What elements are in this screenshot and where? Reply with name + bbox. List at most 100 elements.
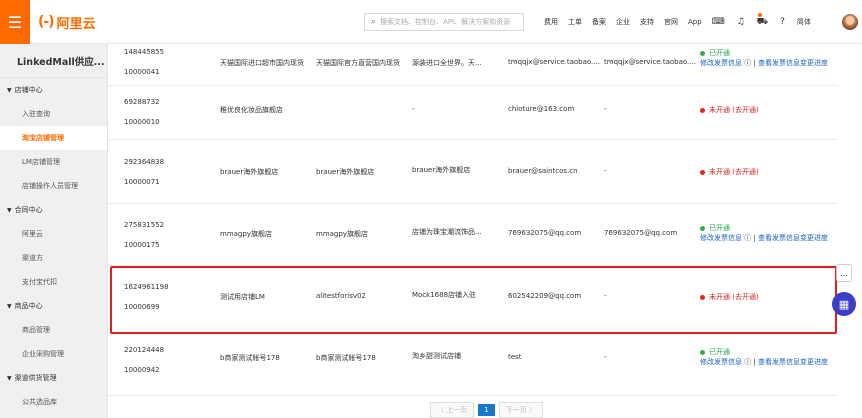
sidebar-item-goods-manage[interactable]: 商品管理: [0, 318, 107, 342]
help-icon[interactable]: ⓘ: [744, 234, 751, 242]
aliyun-logo[interactable]: (-) 阿里云: [38, 12, 96, 32]
store-name: 稚优良化妆品旗舰店: [220, 106, 283, 114]
lang-switch[interactable]: 简体: [797, 17, 811, 27]
sidebar-item-taobao-store[interactable]: 淘宝店铺管理: [0, 126, 107, 150]
store-email: test: [508, 353, 522, 361]
search-icon: ⌕: [371, 17, 377, 27]
invoice-email: -: [604, 167, 607, 175]
store-alias: mmagpy旗舰店: [316, 230, 368, 238]
sidebar: LinkedMall供应... ▼ 店铺中心 入驻查询 淘宝店铺管理 LM店铺管理…: [0, 44, 108, 418]
status-text: 未开通: [709, 168, 730, 176]
status-badge: 未开通 (去开通): [700, 105, 759, 115]
invoice-email: -: [604, 353, 607, 361]
caret-down-icon: ▼: [7, 302, 12, 310]
store-code: 10000041: [124, 68, 160, 76]
status-dot: [700, 169, 705, 175]
nav-filing[interactable]: 备案: [592, 17, 606, 27]
view-invoice-progress-link[interactable]: 查看发票信息变更进度: [758, 358, 828, 366]
go-open-link[interactable]: (去开通): [732, 106, 758, 114]
sidebar-item-public-library[interactable]: 公共选品库: [0, 390, 107, 414]
edit-invoice-link[interactable]: 修改发票信息: [700, 234, 742, 242]
store-id: 148445855: [124, 48, 165, 56]
store-email: tmqqjx@service.taobao.com: [508, 58, 602, 66]
store-table: 148445855 10000041 天猫国际进口超市国内现货 天猫国际官方直营…: [108, 44, 862, 418]
store-id: 69288732: [124, 98, 160, 106]
sidebar-group-goods[interactable]: ▼ 商品中心: [0, 294, 107, 318]
store-desc: -: [412, 105, 415, 113]
sidebar-group-label: 渠道供货管理: [14, 374, 57, 382]
sidebar-group-contract[interactable]: ▼ 合同中心: [0, 198, 107, 222]
prev-label: 上一页: [446, 406, 468, 414]
nav-ticket[interactable]: 工单: [568, 17, 582, 27]
store-email: 769632075@qq.com: [508, 229, 582, 237]
invoice-email: tmqqjx@service.taobao.com: [604, 58, 698, 66]
edit-invoice-link[interactable]: 修改发票信息: [700, 358, 742, 366]
sidebar-group-label: 店铺中心: [14, 86, 43, 94]
status-dot: [700, 107, 705, 113]
chat-icon[interactable]: …: [836, 264, 852, 282]
sidebar-item-entry-query[interactable]: 入驻查询: [0, 102, 107, 126]
invoice-links: 修改发票信息 ⓘ | 查看发票信息变更进度: [700, 234, 829, 242]
store-name: mmagpy旗舰店: [220, 230, 272, 238]
nav-fee[interactable]: 费用: [544, 17, 558, 27]
store-name: brauer海外旗舰店: [220, 168, 279, 176]
status-text: 已开通: [709, 348, 730, 356]
go-open-link[interactable]: (去开通): [732, 168, 758, 176]
status-text: 已开通: [709, 224, 730, 232]
store-email: brauer@saintcos.cn: [508, 167, 578, 175]
nav-enterprise[interactable]: 企业: [616, 17, 630, 27]
caret-down-icon: ▼: [7, 374, 12, 382]
store-id: 292364838: [124, 158, 165, 166]
avatar[interactable]: [842, 14, 858, 30]
invoice-links: 修改发票信息 ⓘ | 查看发票信息变更进度: [700, 358, 829, 366]
sidebar-group-label: 商品中心: [14, 302, 43, 310]
nav-app[interactable]: App: [688, 18, 702, 26]
pagination: 〈 上一页 1 下一页 〉: [430, 402, 547, 418]
next-page-button[interactable]: 下一页 〉: [498, 402, 543, 418]
sidebar-group-label: 合同中心: [14, 206, 43, 214]
store-id: 275831552: [124, 221, 165, 229]
invoice-links: 修改发票信息 ⓘ | 查看发票信息变更进度: [700, 59, 829, 67]
sidebar-title: LinkedMall供应...: [0, 44, 107, 78]
menu-icon[interactable]: ☰: [0, 0, 30, 44]
help-icon[interactable]: ⓘ: [744, 59, 751, 67]
view-invoice-progress-link[interactable]: 查看发票信息变更进度: [758, 234, 828, 242]
table-row: 292364838 10000071 brauer海外旗舰店 brauer海外旗…: [108, 140, 838, 204]
search-input[interactable]: ⌕ 搜索文档、控制台、API、解决方案和资源: [364, 13, 524, 31]
view-invoice-progress-link[interactable]: 查看发票信息变更进度: [758, 59, 828, 67]
prev-page-button[interactable]: 〈 上一页: [430, 402, 475, 418]
help-icon[interactable]: ?: [780, 17, 785, 27]
search-placeholder: 搜索文档、控制台、API、解决方案和资源: [380, 18, 511, 26]
help-icon[interactable]: ⓘ: [744, 358, 751, 366]
sidebar-group-store[interactable]: ▼ 店铺中心: [0, 78, 107, 102]
bell-icon[interactable]: ♫: [737, 17, 745, 27]
terminal-icon[interactable]: ⌨: [712, 17, 725, 27]
logo-text: 阿里云: [56, 16, 96, 32]
sidebar-group-channel-supply[interactable]: ▼ 渠道供货管理: [0, 366, 107, 390]
next-label: 下一页: [505, 406, 527, 414]
sidebar-item-aliyun[interactable]: 阿里云: [0, 222, 107, 246]
sidebar-item-channel[interactable]: 渠道方: [0, 246, 107, 270]
apps-grid-icon[interactable]: ▦: [832, 292, 856, 316]
caret-down-icon: ▼: [7, 206, 12, 214]
nav-website[interactable]: 官网: [664, 17, 678, 27]
status-dot: [700, 50, 705, 56]
cart-icon[interactable]: ⛟: [757, 17, 768, 28]
table-row: 275831552 10000175 mmagpy旗舰店 mmagpy旗舰店 店…: [108, 204, 838, 266]
edit-invoice-link[interactable]: 修改发票信息: [700, 59, 742, 67]
store-code: 10000942: [124, 366, 160, 374]
status-dot: [700, 225, 705, 231]
page-1-button[interactable]: 1: [478, 404, 495, 416]
status-badge: 已开通: [700, 48, 730, 58]
sidebar-item-purchase[interactable]: 企业采购管理: [0, 342, 107, 366]
store-name: b商家测试帐号178: [220, 354, 280, 362]
store-id: 220124448: [124, 346, 165, 354]
nav-support[interactable]: 支持: [640, 17, 654, 27]
sidebar-item-alipay[interactable]: 支付宝代扣: [0, 270, 107, 294]
table-row: 220124448 10000942 b商家测试帐号178 b商家测试帐号178…: [108, 334, 838, 396]
status-badge: 已开通: [700, 223, 730, 233]
sidebar-item-store-operators[interactable]: 店铺操作人员管理: [0, 174, 107, 198]
sidebar-item-lm-store[interactable]: LM店铺管理: [0, 150, 107, 174]
store-alias: b商家测试帐号178: [316, 354, 376, 362]
store-desc: brauer海外旗舰店: [412, 166, 471, 174]
